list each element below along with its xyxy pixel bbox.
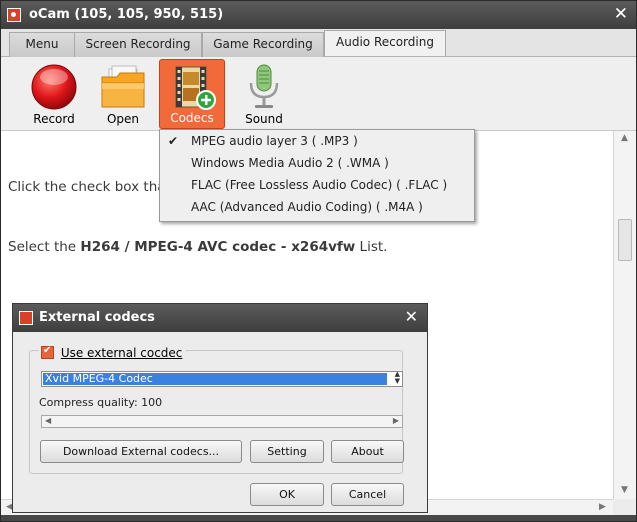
slider-left-icon[interactable]: ◀ <box>45 416 51 425</box>
open-label: Open <box>106 112 140 126</box>
codecs-label: Codecs <box>170 111 214 125</box>
title-bar: oCam (105, 105, 950, 515) ✕ <box>1 1 636 29</box>
menu-item-mp3[interactable]: ✔ MPEG audio layer 3 ( .MP3 ) <box>160 130 474 152</box>
instruction-suffix: List. <box>355 239 388 255</box>
sound-label: Sound <box>245 112 283 126</box>
microphone-icon <box>249 64 279 108</box>
instruction-line-1: Click the check box that <box>8 179 171 195</box>
instruction-line-2: Select the H264 / MPEG-4 AVC codec - x26… <box>8 239 387 255</box>
spinner-arrows-icon[interactable]: ▲ ▼ <box>395 371 400 385</box>
main-window: oCam (105, 105, 950, 515) ✕ Menu Screen … <box>0 0 637 522</box>
film-add-icon <box>175 66 216 110</box>
record-button[interactable]: Record <box>21 59 87 129</box>
slider-right-icon[interactable]: ▶ <box>393 416 399 425</box>
toolbar: Record Open Codecs Sound <box>1 57 636 131</box>
sound-button[interactable]: Sound <box>231 59 297 129</box>
menu-item-aac[interactable]: AAC (Advanced Audio Coding) ( .M4A ) <box>160 196 474 218</box>
vertical-scrollbar[interactable]: ▲ ▼ <box>613 131 636 499</box>
ok-button[interactable]: OK <box>250 483 324 506</box>
about-button[interactable]: About <box>331 440 404 463</box>
menu-item-label: MPEG audio layer 3 ( .MP3 ) <box>191 134 358 148</box>
tab-audio-recording[interactable]: Audio Recording <box>324 30 446 56</box>
codecs-button[interactable]: Codecs <box>159 59 225 129</box>
dialog-title: External codecs <box>39 310 155 325</box>
record-label: Record <box>33 112 75 126</box>
window-title: oCam (105, 105, 950, 515) <box>29 7 224 22</box>
close-icon[interactable]: ✕ <box>614 4 628 24</box>
compress-quality-slider[interactable]: ◀ ▶ <box>41 415 403 428</box>
vertical-scroll-thumb[interactable] <box>618 219 632 261</box>
check-icon: ✔ <box>168 134 179 148</box>
scrollbar-corner <box>613 499 636 515</box>
menu-item-wma[interactable]: Windows Media Audio 2 ( .WMA ) <box>160 152 474 174</box>
record-icon <box>31 64 77 110</box>
codec-name-highlight: H264 / MPEG-4 AVC codec - x264vfw <box>80 239 356 255</box>
folder-icon <box>101 65 145 108</box>
tab-menu[interactable]: Menu <box>9 32 75 57</box>
menu-item-label: FLAC (Free Lossless Audio Codec) ( .FLAC… <box>191 178 448 192</box>
external-codecs-dialog: External codecs ✕ Use external cocdec Xv… <box>12 303 428 513</box>
scroll-down-icon[interactable]: ▼ <box>621 485 628 495</box>
cancel-button[interactable]: Cancel <box>331 483 404 506</box>
tab-game-recording[interactable]: Game Recording <box>202 32 324 57</box>
tab-strip: Menu Screen Recording Game Recording Aud… <box>1 29 636 57</box>
menu-item-flac[interactable]: FLAC (Free Lossless Audio Codec) ( .FLAC… <box>160 174 474 196</box>
scroll-up-icon[interactable]: ▲ <box>621 133 628 143</box>
menu-item-label: Windows Media Audio 2 ( .WMA ) <box>191 156 389 170</box>
instruction-prefix: Select the <box>8 239 81 255</box>
tab-screen-recording[interactable]: Screen Recording <box>74 32 202 57</box>
checkbox-label: Use external cocdec <box>60 346 183 360</box>
checkbox-check-icon[interactable] <box>41 345 54 359</box>
compress-quality-label: Compress quality: 100 <box>39 396 163 409</box>
codec-select[interactable]: Xvid MPEG-4 Codec ▲ ▼ <box>41 371 403 387</box>
open-button[interactable]: Open <box>90 59 156 129</box>
download-external-codecs-button[interactable]: Download External codecs... <box>40 440 242 463</box>
menu-item-label: AAC (Advanced Audio Coding) ( .M4A ) <box>191 200 423 214</box>
dialog-app-icon <box>19 311 33 325</box>
use-external-codec-checkbox[interactable]: Use external cocdec <box>39 345 187 362</box>
app-icon <box>7 8 21 22</box>
dialog-title-bar: External codecs ✕ <box>13 304 427 332</box>
codec-dropdown-menu: ✔ MPEG audio layer 3 ( .MP3 ) Windows Me… <box>159 129 475 222</box>
scroll-right-icon[interactable]: ▶ <box>599 502 606 512</box>
close-icon[interactable]: ✕ <box>405 307 418 326</box>
codec-select-value: Xvid MPEG-4 Codec <box>43 373 387 385</box>
setting-button[interactable]: Setting <box>250 440 324 463</box>
